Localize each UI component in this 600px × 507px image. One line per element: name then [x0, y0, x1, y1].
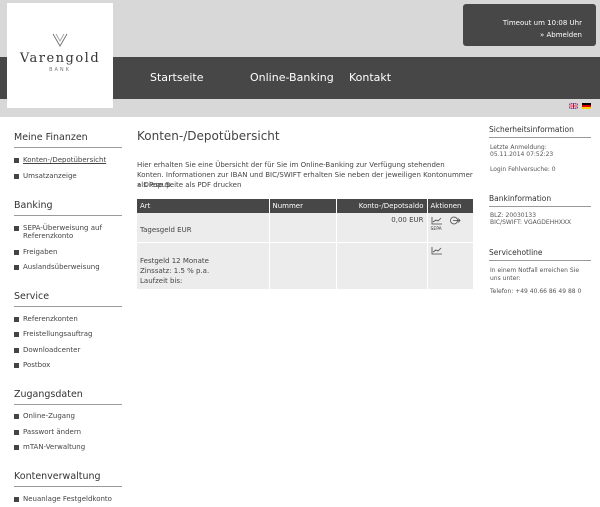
security-info-heading: Sicherheitsinformation — [489, 125, 591, 138]
bullet-icon — [14, 363, 19, 368]
column-header-actions: Aktionen — [427, 199, 473, 213]
sidebar-item-transactions[interactable]: Umsatzanzeige — [14, 172, 77, 180]
sidebar-item-sepa-transfer[interactable]: SEPA-Überweisung auf Referenzkonto — [14, 224, 114, 240]
table-row: Festgeld 12 Monate Zinssatz: 1.5 % p.a. … — [137, 242, 473, 290]
flag-uk-icon[interactable] — [569, 103, 578, 109]
bank-info-heading: Bankinformation — [489, 194, 591, 207]
column-header-number: Nummer — [269, 199, 337, 213]
bullet-icon — [14, 158, 19, 163]
sidebar-item-postbox[interactable]: Postbox — [14, 361, 50, 369]
cell-actions — [427, 242, 473, 290]
cell-balance — [336, 242, 428, 290]
session-timeout: Timeout um 10:08 Uhr — [502, 19, 582, 27]
column-header-balance: Konto-/Depotsaldo — [336, 199, 428, 213]
sidebar-heading-finances: Meine Finanzen — [14, 132, 122, 148]
bullet-icon — [14, 265, 19, 270]
nav-online-banking[interactable]: Online-Banking — [250, 71, 334, 84]
logout-link[interactable]: » Abmelden — [540, 31, 582, 39]
bullet-icon — [14, 497, 19, 502]
sidebar-item-change-password[interactable]: Passwort ändern — [14, 428, 81, 436]
page-title: Konten-/Depotübersicht — [137, 129, 280, 143]
sidebar-item-download-center[interactable]: Downloadcenter — [14, 346, 80, 354]
cell-actions: SEPA — [427, 213, 473, 243]
sidebar-heading-service: Service — [14, 291, 122, 307]
hotline-phone: Telefon: +49 40.66 86 49 88 0 — [490, 288, 582, 295]
fixed-deposit-name: Festgeld 12 Monate — [140, 256, 209, 265]
bullet-icon — [14, 226, 19, 231]
language-switcher — [569, 103, 591, 109]
sidebar-item-account-overview[interactable]: Konten-/Depotübersicht — [14, 156, 106, 164]
last-login-value: 05.11.2014 07:52:23 — [490, 151, 554, 158]
sidebar-item-online-access[interactable]: Online-Zugang — [14, 412, 75, 420]
table-row: Tagesgeld EUR 0,00 EUR SEPA — [137, 213, 473, 243]
fixed-deposit-rate: Zinssatz: 1.5 % p.a. — [140, 266, 210, 275]
bank-logo[interactable]: Varengold BANK — [7, 3, 113, 108]
hotline-text: In einem Notfall erreichen Sie uns unter… — [490, 267, 580, 282]
bullet-icon — [14, 348, 19, 353]
sidebar-item-foreign-transfer[interactable]: Auslandsüberweisung — [14, 263, 100, 271]
bullet-icon — [14, 317, 19, 322]
session-box: Timeout um 10:08 Uhr » Abmelden — [463, 4, 596, 46]
bullet-icon — [14, 414, 19, 419]
cell-number[interactable] — [269, 213, 337, 243]
sidebar-item-new-fixed-deposit[interactable]: Neuanlage Festgeldkonto — [14, 495, 112, 503]
cell-type: Festgeld 12 Monate Zinssatz: 1.5 % p.a. … — [137, 242, 270, 290]
sepa-label: SEPA — [430, 227, 442, 232]
accounts-table: Art Nummer Konto-/Depotsaldo Aktionen Ta… — [137, 199, 473, 290]
nav-home[interactable]: Startseite — [150, 71, 204, 84]
cell-number[interactable] — [269, 242, 337, 290]
column-header-type: Art — [137, 199, 270, 213]
sidebar-heading-account-management: Kontenverwaltung — [14, 471, 122, 487]
sidebar-heading-access: Zugangsdaten — [14, 389, 122, 405]
sidebar-item-mtan[interactable]: mTAN-Verwaltung — [14, 443, 85, 451]
sidebar-item-reference-accounts[interactable]: Referenzkonten — [14, 315, 78, 323]
sidebar-item-approvals[interactable]: Freigaben — [14, 248, 57, 256]
sidebar-heading-banking: Banking — [14, 200, 122, 216]
print-pdf-link[interactable]: » Diese Seite als PDF drucken — [137, 181, 241, 189]
transfer-icon[interactable] — [449, 216, 461, 225]
logo-mark-icon — [52, 33, 68, 47]
nav-contact[interactable]: Kontakt — [349, 71, 391, 84]
chart-icon[interactable] — [431, 246, 443, 255]
logo-name: Varengold — [19, 51, 101, 66]
cell-balance: 0,00 EUR — [336, 213, 428, 243]
flag-de-icon[interactable] — [582, 103, 591, 109]
table-header-row: Art Nummer Konto-/Depotsaldo Aktionen — [137, 199, 473, 213]
bic-swift: BIC/SWIFT: VGAGDEHHXXX — [490, 219, 572, 226]
cell-type: Tagesgeld EUR — [137, 213, 270, 243]
fixed-deposit-term: Laufzeit bis: — [140, 276, 183, 285]
bullet-icon — [14, 174, 19, 179]
service-hotline-heading: Servicehotline — [489, 248, 591, 261]
sidebar-item-exemption-order[interactable]: Freistellungsauftrag — [14, 330, 92, 338]
bullet-icon — [14, 445, 19, 450]
failed-logins: Login Fehlversuche: 0 — [490, 166, 556, 173]
bullet-icon — [14, 430, 19, 435]
bullet-icon — [14, 250, 19, 255]
bullet-icon — [14, 332, 19, 337]
logo-subtitle: BANK — [49, 67, 71, 73]
chart-icon[interactable] — [431, 216, 443, 225]
